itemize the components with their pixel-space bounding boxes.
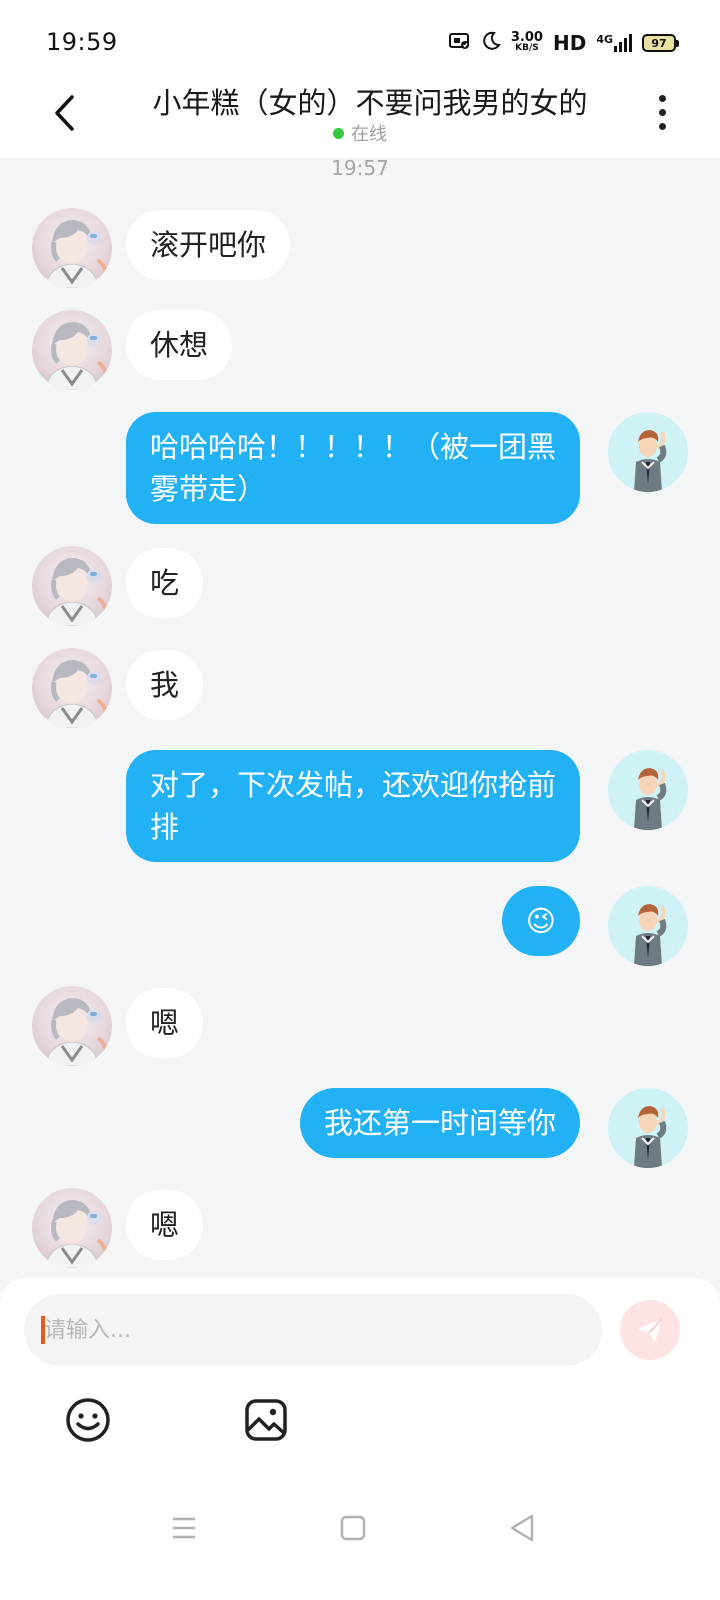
- battery-level: 97: [651, 36, 667, 50]
- incoming-message-bubble[interactable]: 休想: [126, 310, 233, 380]
- my-avatar[interactable]: [608, 750, 688, 830]
- contact-name: 小年糕（女的）不要问我男的女的: [152, 86, 588, 120]
- network-type: 4G: [596, 33, 613, 46]
- message-input[interactable]: [24, 1294, 602, 1366]
- incoming-message-bubble[interactable]: 嗯: [126, 1190, 204, 1260]
- contact-avatar[interactable]: [32, 648, 112, 728]
- incoming-message-bubble[interactable]: 滚开吧你: [126, 210, 291, 280]
- outgoing-message-bubble[interactable]: 😉: [501, 886, 580, 956]
- online-dot: [333, 127, 344, 139]
- more-options-button[interactable]: [648, 90, 676, 134]
- status-time: 19:59: [46, 28, 118, 56]
- send-icon: [638, 1318, 663, 1342]
- contact-avatar[interactable]: [32, 310, 112, 390]
- contact-avatar[interactable]: [32, 986, 112, 1066]
- battery-icon: 97: [642, 34, 679, 52]
- emoji-button[interactable]: [64, 1396, 112, 1444]
- my-avatar[interactable]: [608, 1088, 688, 1168]
- status-bar: 19:59 3.00 KB/S HD 4G 97: [0, 0, 720, 80]
- image-icon: [245, 1399, 287, 1441]
- network-speed: 3.00 KB/S: [510, 30, 543, 53]
- cellular-indicator: 4G: [596, 33, 632, 52]
- image-button[interactable]: [242, 1396, 290, 1444]
- nav-back-button[interactable]: [502, 1508, 542, 1548]
- incoming-message-bubble[interactable]: 嗯: [126, 988, 204, 1058]
- contact-avatar[interactable]: [32, 208, 112, 288]
- online-status-label: 在线: [351, 124, 387, 145]
- back-triangle-icon: [510, 1514, 534, 1542]
- smiley-icon: [66, 1398, 110, 1442]
- contact-avatar[interactable]: [32, 1188, 112, 1268]
- moon-icon: [481, 31, 501, 56]
- contact-avatar[interactable]: [32, 546, 112, 626]
- send-button[interactable]: [620, 1300, 680, 1360]
- signal-icon: [614, 34, 632, 52]
- more-vertical-icon: [658, 94, 666, 102]
- chat-header: 小年糕（女的）不要问我男的女的 在线: [0, 80, 720, 158]
- screen-record-icon: [448, 31, 471, 55]
- nav-menu-button[interactable]: [164, 1508, 204, 1548]
- status-icons: 3.00 KB/S HD 4G 97: [448, 28, 679, 58]
- online-status: 在线: [0, 120, 720, 146]
- my-avatar[interactable]: [608, 412, 688, 492]
- my-avatar[interactable]: [608, 886, 688, 966]
- hd-indicator: HD: [552, 31, 587, 55]
- text-caret: [41, 1316, 45, 1344]
- system-nav-bar: [0, 1488, 720, 1568]
- nav-home-button[interactable]: [333, 1508, 373, 1548]
- incoming-message-bubble[interactable]: 我: [126, 650, 204, 720]
- menu-icon: [173, 1517, 195, 1539]
- outgoing-message-bubble[interactable]: 对了，下次发帖，还欢迎你抢前排: [126, 750, 580, 862]
- chat-timestamp: 19:57: [331, 156, 389, 180]
- incoming-message-bubble[interactable]: 吃: [126, 548, 204, 618]
- outgoing-message-bubble[interactable]: 我还第一时间等你: [299, 1088, 580, 1158]
- outgoing-message-bubble[interactable]: 哈哈哈哈！！！！！（被一团黑雾带走）: [126, 412, 580, 524]
- home-square-icon: [340, 1515, 366, 1541]
